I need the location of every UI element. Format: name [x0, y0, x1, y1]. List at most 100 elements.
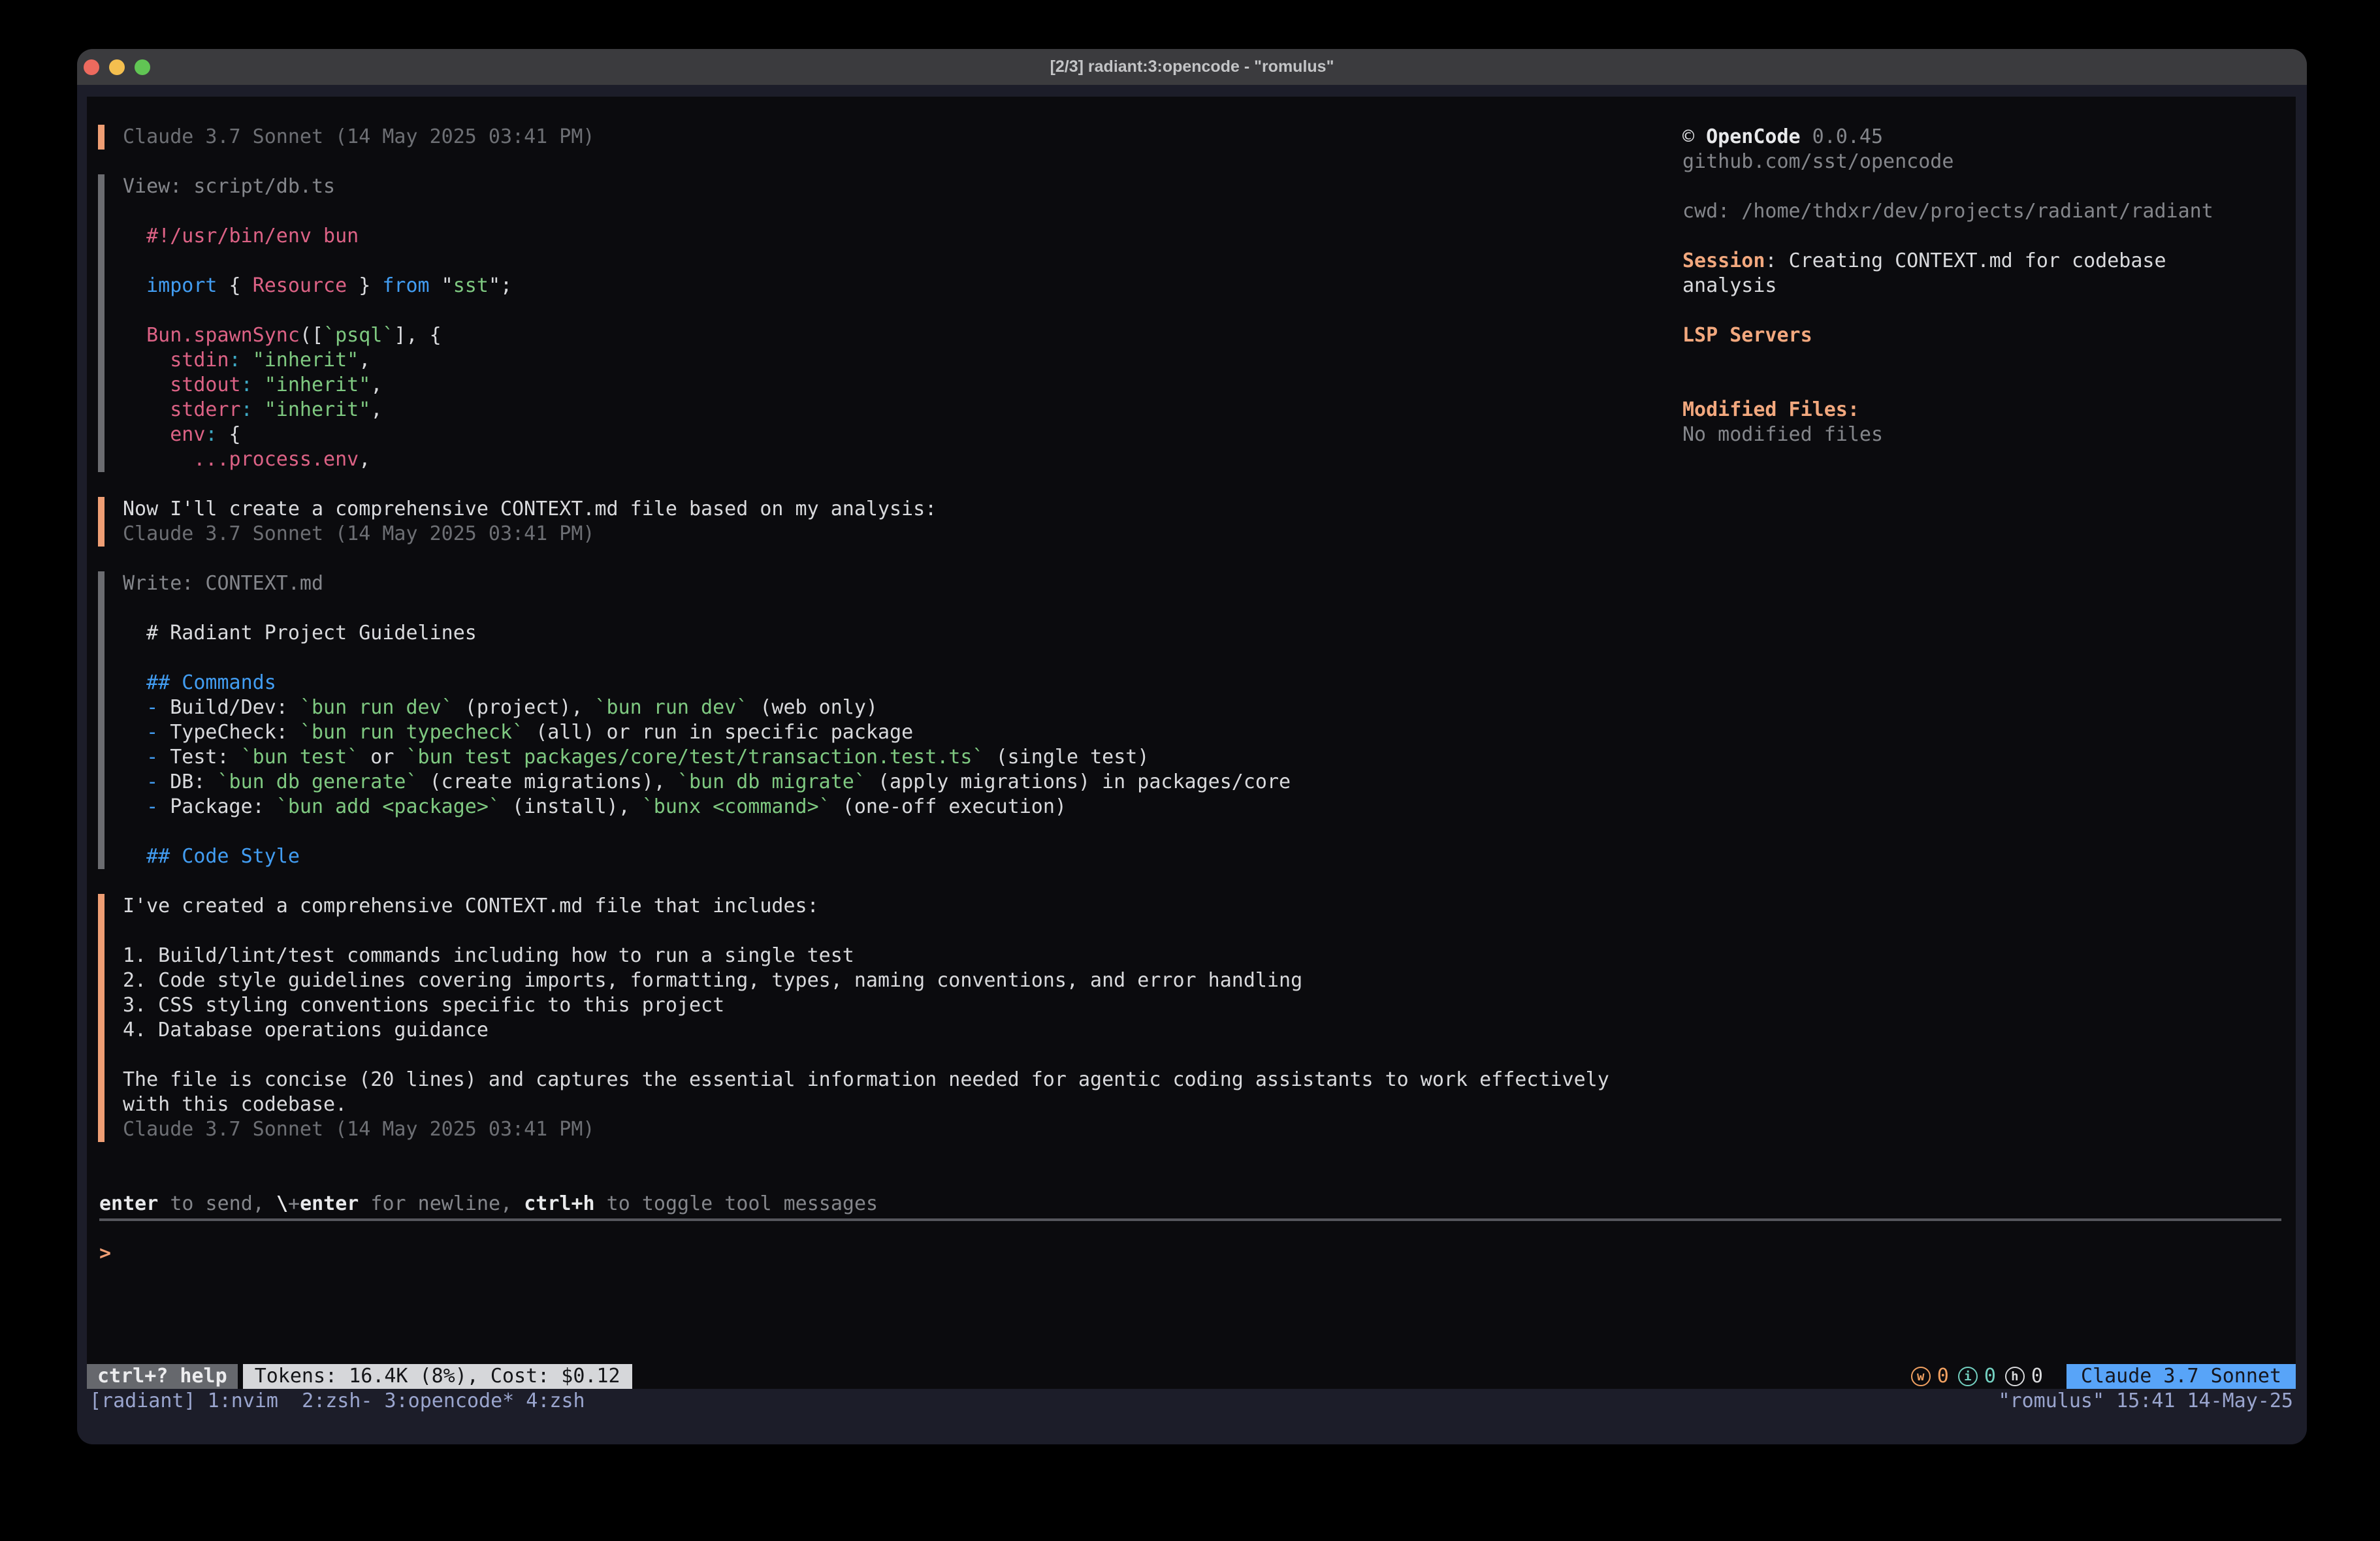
- terminal-line: 3. CSS styling conventions specific to t…: [98, 993, 1609, 1018]
- message-block-bar: [98, 993, 105, 1018]
- tool-block-bar: [98, 596, 105, 621]
- message-block-bar: [98, 1068, 105, 1092]
- tool-block-bar: [98, 199, 105, 224]
- terminal-line: - TypeCheck: `bun run typecheck` (all) o…: [98, 720, 1609, 745]
- message-block-bar: [98, 894, 105, 919]
- model-badge[interactable]: Claude 3.7 Sonnet: [2066, 1364, 2296, 1389]
- status-right: w0i0h0 Claude 3.7 Sonnet: [1911, 1364, 2296, 1389]
- terminal-line: [1682, 298, 2213, 323]
- tool-block-bar: [98, 224, 105, 249]
- tool-block-bar: [98, 795, 105, 819]
- tmux-window-list[interactable]: [radiant] 1:nvim 2:zsh- 3:opencode* 4:zs…: [89, 1389, 585, 1414]
- minimize-button[interactable]: [109, 59, 125, 75]
- terminal-line: github.com/sst/opencode: [1682, 150, 2213, 174]
- session-sidebar: © OpenCode 0.0.45github.com/sst/opencode…: [1682, 125, 2213, 447]
- terminal-line: import { Resource } from "sst";: [98, 274, 1609, 298]
- terminal-line: The file is concise (20 lines) and captu…: [98, 1068, 1609, 1092]
- terminal-line: # Radiant Project Guidelines: [98, 621, 1609, 646]
- tool-block-bar: [98, 571, 105, 596]
- prompt-input[interactable]: >: [99, 1241, 111, 1266]
- terminal-line: stderr: "inherit",: [98, 398, 1609, 422]
- terminal-line: - Package: `bun add <package>` (install)…: [98, 795, 1609, 819]
- terminal-line: [98, 547, 1609, 571]
- titlebar: [2/3] radiant:3:opencode - "romulus": [77, 49, 2307, 85]
- editor-separator: [99, 1218, 2281, 1221]
- terminal-window: [2/3] radiant:3:opencode - "romulus" Cla…: [77, 49, 2307, 1444]
- tool-block-bar: [98, 298, 105, 323]
- terminal-line: [98, 249, 1609, 274]
- terminal-line: [1682, 174, 2213, 199]
- terminal-line: LSP Servers: [1682, 323, 2213, 348]
- status-left: ctrl+? help Tokens: 16.4K (8%), Cost: $0…: [87, 1364, 632, 1389]
- tool-block-bar: [98, 621, 105, 646]
- tool-block-bar: [98, 819, 105, 844]
- help-chip[interactable]: ctrl+? help: [87, 1364, 238, 1389]
- tool-block-bar: [98, 770, 105, 795]
- terminal-line: Claude 3.7 Sonnet (14 May 2025 03:41 PM): [98, 125, 1609, 150]
- terminal-line: View: script/db.ts: [98, 174, 1609, 199]
- close-button[interactable]: [84, 59, 99, 75]
- tool-block-bar: [98, 174, 105, 199]
- terminal-line: [98, 819, 1609, 844]
- warnings-counter: w0: [1911, 1364, 1949, 1389]
- tool-block-bar: [98, 348, 105, 373]
- terminal-line: Modified Files:: [1682, 398, 2213, 422]
- tmux-session-info: "romulus" 15:41 14-May-25: [1998, 1389, 2293, 1414]
- terminal-line: [1682, 224, 2213, 249]
- terminal-line: Session: Creating CONTEXT.md for codebas…: [1682, 249, 2213, 274]
- w-circle-icon: w: [1911, 1367, 1931, 1386]
- terminal-line: [98, 869, 1609, 894]
- message-block-bar: [98, 522, 105, 547]
- status-bar: ctrl+? help Tokens: 16.4K (8%), Cost: $0…: [87, 1364, 2296, 1389]
- terminal-line: No modified files: [1682, 422, 2213, 447]
- terminal-line: ## Code Style: [98, 844, 1609, 869]
- message-block-bar: [98, 1018, 105, 1043]
- counter-value: 0: [2031, 1364, 2043, 1389]
- opencode-app: Claude 3.7 Sonnet (14 May 2025 03:41 PM)…: [87, 97, 2296, 1389]
- counter-value: 0: [1984, 1364, 1996, 1389]
- terminal-line: [98, 596, 1609, 621]
- message-block-bar: [98, 944, 105, 968]
- terminal-line: enter to send, \+enter for newline, ctrl…: [99, 1192, 878, 1216]
- tool-block-bar: [98, 323, 105, 348]
- tmux-status-bar: [radiant] 1:nvim 2:zsh- 3:opencode* 4:zs…: [87, 1389, 2296, 1414]
- tool-block-bar: [98, 720, 105, 745]
- tokens-cost-chip: Tokens: 16.4K (8%), Cost: $0.12: [243, 1364, 632, 1389]
- terminal-line: - Test: `bun test` or `bun test packages…: [98, 745, 1609, 770]
- chat-transcript: Claude 3.7 Sonnet (14 May 2025 03:41 PM)…: [98, 125, 1609, 1142]
- prompt-caret-icon: >: [99, 1242, 111, 1265]
- terminal-line: Bun.spawnSync([`psql`], {: [98, 323, 1609, 348]
- terminal-line: - Build/Dev: `bun run dev` (project), `b…: [98, 695, 1609, 720]
- traffic-lights: [84, 59, 150, 75]
- i-circle-icon: i: [1958, 1367, 1978, 1386]
- tool-block-bar: [98, 274, 105, 298]
- zoom-button[interactable]: [135, 59, 150, 75]
- tool-block-bar: [98, 671, 105, 695]
- h-circle-icon: h: [2005, 1367, 2025, 1386]
- terminal-line: [98, 646, 1609, 671]
- terminal-line: [98, 1043, 1609, 1068]
- editor-hint: enter to send, \+enter for newline, ctrl…: [99, 1192, 878, 1216]
- message-block-bar: [98, 968, 105, 993]
- tool-block-bar: [98, 745, 105, 770]
- message-block-bar: [98, 1092, 105, 1117]
- terminal-line: with this codebase.: [98, 1092, 1609, 1117]
- tool-block-bar: [98, 447, 105, 472]
- terminal-line: cwd: /home/thdxr/dev/projects/radiant/ra…: [1682, 199, 2213, 224]
- tool-block-bar: [98, 373, 105, 398]
- terminal-line: ## Commands: [98, 671, 1609, 695]
- counter-value: 0: [1937, 1364, 1949, 1389]
- terminal-line: ...process.env,: [98, 447, 1609, 472]
- terminal-line: env: {: [98, 422, 1609, 447]
- window-title: [2/3] radiant:3:opencode - "romulus": [1050, 57, 1334, 76]
- terminal-line: [1682, 348, 2213, 373]
- terminal-line: #!/usr/bin/env bun: [98, 224, 1609, 249]
- terminal-line: Write: CONTEXT.md: [98, 571, 1609, 596]
- message-block-bar: [98, 1117, 105, 1142]
- info-counter: i0: [1958, 1364, 1996, 1389]
- terminal-line: [98, 199, 1609, 224]
- terminal-line: 1. Build/lint/test commands including ho…: [98, 944, 1609, 968]
- terminal-line: Now I'll create a comprehensive CONTEXT.…: [98, 497, 1609, 522]
- terminal-line: Claude 3.7 Sonnet (14 May 2025 03:41 PM): [98, 522, 1609, 547]
- terminal-line: Claude 3.7 Sonnet (14 May 2025 03:41 PM): [98, 1117, 1609, 1142]
